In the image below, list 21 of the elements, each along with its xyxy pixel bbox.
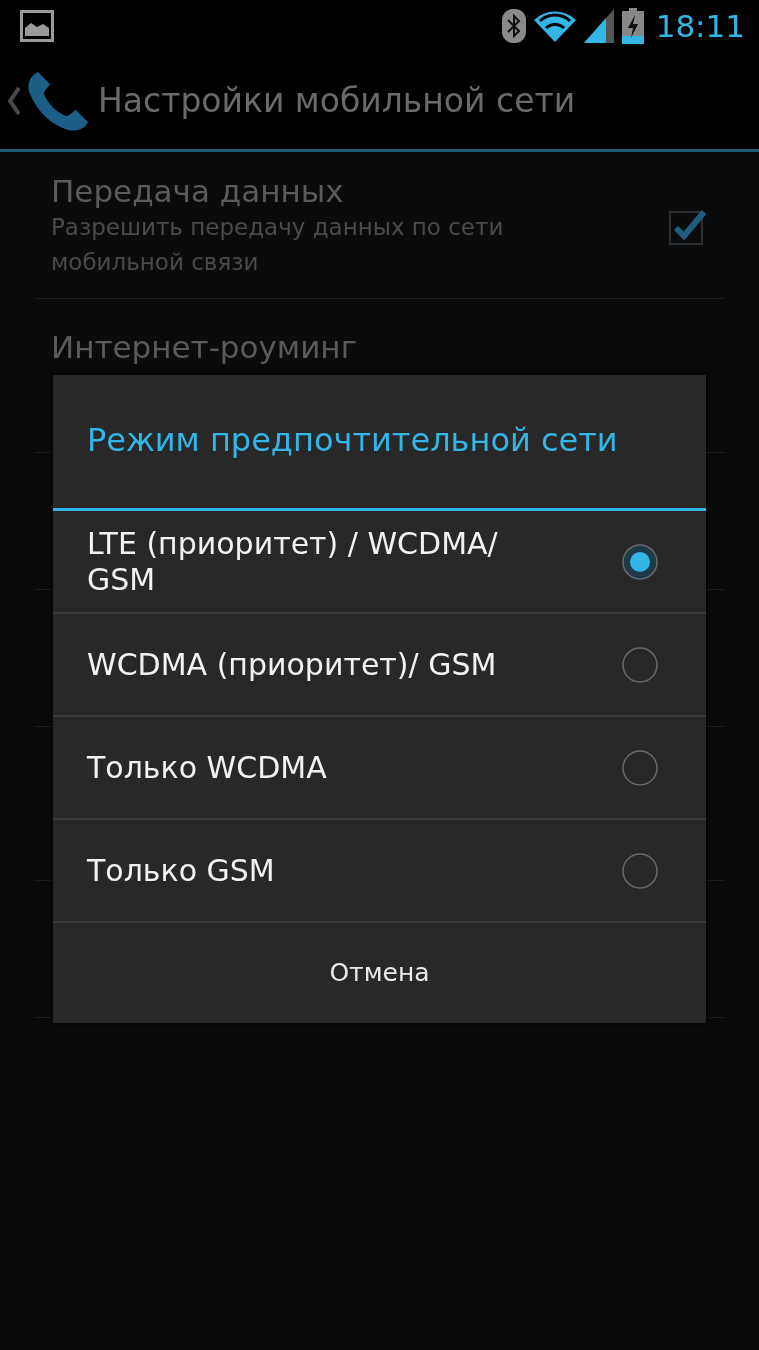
radio-button[interactable]	[622, 852, 658, 889]
setting-summary: Разрешить передачу данных по сети мобильной связи	[51, 213, 505, 277]
bluetooth-icon	[501, 9, 526, 43]
screen-title: Настройки мобильной сети	[98, 79, 576, 122]
radio-button[interactable]	[622, 646, 658, 683]
battery-icon	[621, 8, 644, 44]
radio-button[interactable]	[622, 543, 658, 580]
radio-option[interactable]: WCDMA (приоритет)/ GSM	[53, 614, 706, 717]
radio-option[interactable]: LTE (приоритет) / WCDMA/ GSM	[53, 511, 706, 614]
back-icon[interactable]	[8, 85, 20, 116]
radio-button[interactable]	[622, 749, 658, 786]
setting-title: Интернет-роуминг	[51, 329, 357, 367]
dialog-title: Режим предпочтительной сети	[87, 420, 618, 461]
cancel-button[interactable]: Отмена	[53, 923, 706, 1023]
radio-option[interactable]: Только WCDMA	[53, 717, 706, 820]
picture-icon	[20, 10, 54, 42]
signal-icon	[583, 9, 614, 43]
clock: 18:11	[655, 6, 745, 46]
wifi-icon	[533, 10, 576, 42]
radio-option[interactable]: Только GSM	[53, 820, 706, 923]
setting-title: Передача данных	[51, 172, 345, 211]
